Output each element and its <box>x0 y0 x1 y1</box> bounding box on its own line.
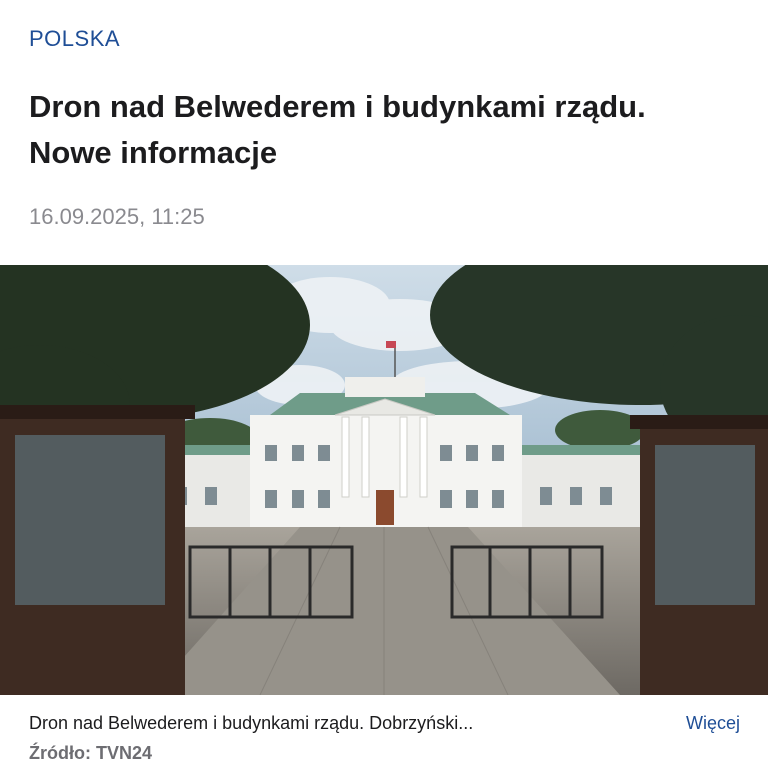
source-name: TVN24 <box>96 743 153 763</box>
guard-booth-right <box>630 415 768 695</box>
article-photo[interactable] <box>0 265 768 695</box>
more-link[interactable]: Więcej <box>686 713 740 734</box>
image-source: Źródło: TVN24 <box>29 743 152 764</box>
image-caption: Dron nad Belwederem i budynkami rządu. D… <box>29 713 474 733</box>
article-timestamp: 16.09.2025, 11:25 <box>29 204 205 229</box>
source-label: Źródło: <box>29 743 91 763</box>
door <box>376 490 394 525</box>
article-title-line-2: Nowe informacje <box>29 135 278 170</box>
category-link[interactable]: POLSKA <box>29 26 120 52</box>
flag <box>386 341 396 348</box>
article-title: Dron nad Belwederem i budynkami rządu. N… <box>29 84 749 176</box>
article-title-line-1: Dron nad Belwederem i budynkami rządu. <box>29 89 646 124</box>
guard-booth-left <box>0 405 195 695</box>
